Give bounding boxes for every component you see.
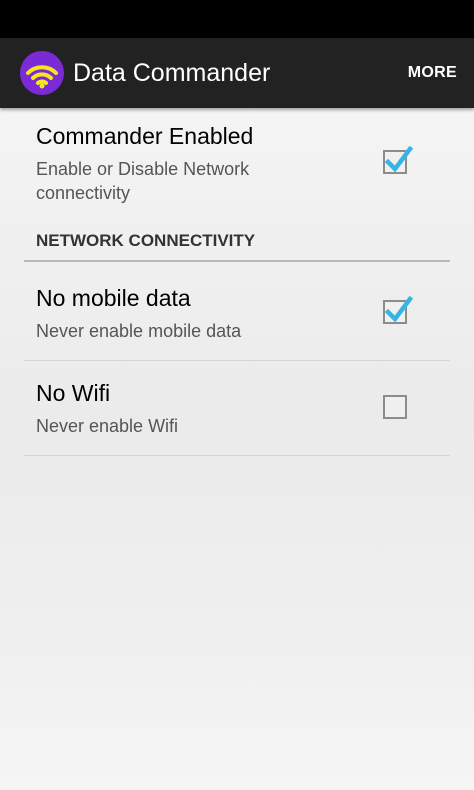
pref-summary: Never enable mobile data: [36, 321, 242, 341]
pref-title: No mobile data: [36, 285, 191, 311]
preferences-list: Commander Enabled Enable or Disable Netw…: [0, 108, 474, 790]
no-wifi-checkbox[interactable]: [383, 395, 407, 419]
row-divider: [24, 455, 450, 456]
more-button[interactable]: MORE: [408, 62, 457, 84]
pref-title: Commander Enabled: [36, 123, 254, 149]
section-divider: [24, 260, 450, 262]
pref-title: No Wifi: [36, 380, 111, 406]
pref-summary: Enable or Disable Network connectivity: [36, 159, 250, 203]
checkmark-icon: [384, 145, 414, 173]
status-bar: [0, 0, 474, 38]
pref-summary: Never enable Wifi: [36, 416, 179, 436]
section-header-network: NETWORK CONNECTIVITY: [36, 231, 256, 250]
action-bar: Data Commander MORE: [0, 38, 474, 108]
pref-no-wifi[interactable]: No Wifi Never enable Wifi: [24, 361, 450, 455]
pref-no-mobile-data[interactable]: No mobile data Never enable mobile data: [24, 266, 450, 360]
wifi-icon[interactable]: [20, 51, 64, 95]
pref-commander-enabled[interactable]: Commander Enabled Enable or Disable Netw…: [24, 108, 450, 216]
checkmark-icon: [384, 295, 414, 323]
app-title: Data Commander: [73, 59, 271, 87]
no-mobile-data-checkbox[interactable]: [383, 295, 414, 324]
commander-enabled-checkbox[interactable]: [383, 145, 414, 174]
